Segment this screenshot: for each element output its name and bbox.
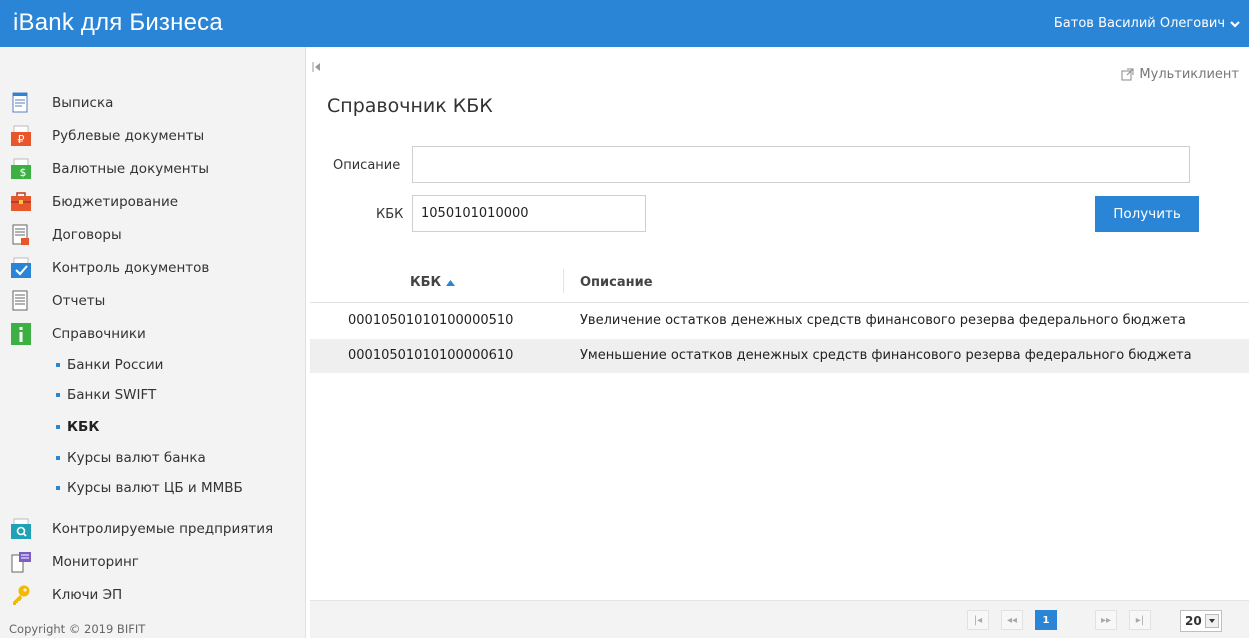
sidebar-item-currency-docs[interactable]: $ Валютные документы	[10, 157, 209, 181]
main-content: Мультиклиент Справочник КБК Описание КБК…	[307, 47, 1249, 638]
doc-control-icon	[11, 257, 31, 278]
sidebar-item-directories[interactable]: Справочники	[10, 322, 146, 346]
page-size-value: 20	[1185, 614, 1202, 628]
kbk-cell: 00010501010100000510	[348, 313, 514, 328]
app-title: iBank для Бизнеса	[13, 9, 223, 36]
sidebar-item-keys[interactable]: Ключи ЭП	[10, 583, 122, 607]
sidebar-item-reports[interactable]: Отчеты	[10, 289, 105, 313]
pagination-bar: |◂ ◂◂ 1 ▸▸ ▸| 20	[310, 600, 1249, 638]
monitoring-icon	[11, 552, 31, 573]
sidebar-item-label: Бюджетирование	[52, 194, 179, 210]
sidebar-item-label: Справочники	[52, 326, 146, 342]
reports-icon	[12, 290, 28, 311]
statement-icon	[12, 92, 28, 113]
column-divider	[563, 269, 564, 293]
table-row[interactable]: 00010501010100000510 Увеличение остатков…	[310, 304, 1249, 338]
table-header: КБК Описание	[310, 265, 1249, 303]
kbk-input[interactable]	[412, 195, 646, 232]
prev-page-icon[interactable]: ◂◂	[1001, 610, 1023, 630]
bullet-icon	[56, 486, 60, 490]
external-link-icon	[1121, 68, 1134, 81]
sidebar-item-doc-control[interactable]: Контроль документов	[10, 256, 209, 280]
kbk-label: КБК	[376, 207, 404, 222]
page-title: Справочник КБК	[327, 95, 493, 117]
table-row[interactable]: 00010501010100000610 Уменьшение остатков…	[310, 339, 1249, 373]
column-header-kbk[interactable]: КБК	[410, 275, 456, 290]
sidebar-item-ruble-docs[interactable]: ₽ Рублевые документы	[10, 124, 204, 148]
bullet-icon	[56, 363, 60, 367]
app-header: iBank для Бизнеса Батов Василий Олегович	[0, 0, 1249, 47]
dropdown-arrow-icon	[1205, 614, 1219, 628]
contracts-icon	[12, 224, 29, 245]
sidebar-subitem-label: Банки SWIFT	[67, 387, 157, 403]
first-page-icon[interactable]: |◂	[967, 610, 989, 630]
svg-text:$: $	[20, 166, 27, 179]
user-menu[interactable]: Батов Василий Олегович	[1054, 16, 1241, 31]
sidebar-item-monitoring[interactable]: Мониторинг	[10, 550, 139, 574]
kbk-cell: 00010501010100000610	[348, 348, 514, 363]
sidebar-subitem-label: КБК	[67, 419, 100, 435]
sidebar-subitem-label: Банки России	[67, 357, 164, 373]
sidebar: Выписка ₽ Рублевые документы $ Валютные …	[0, 47, 306, 638]
chevron-down-icon	[1230, 20, 1240, 28]
multiclient-link[interactable]: Мультиклиент	[1121, 67, 1239, 82]
sidebar-item-statement[interactable]: Выписка	[10, 91, 113, 115]
description-label: Описание	[333, 158, 401, 173]
sidebar-subitem-banks-russia[interactable]: Банки России	[56, 355, 163, 375]
description-input[interactable]	[412, 146, 1190, 183]
sidebar-item-budget[interactable]: Бюджетирование	[10, 190, 178, 214]
column-header-description[interactable]: Описание	[580, 275, 653, 290]
budget-icon	[11, 192, 31, 211]
submit-button[interactable]: Получить	[1095, 196, 1199, 232]
sort-ascending-icon	[446, 279, 456, 286]
user-name: Батов Василий Олегович	[1053, 16, 1225, 31]
key-icon	[13, 585, 30, 605]
bullet-icon	[56, 456, 60, 460]
bullet-icon	[56, 425, 60, 429]
page-size-select[interactable]: 20	[1180, 610, 1222, 632]
sidebar-item-label: Отчеты	[52, 293, 106, 309]
sidebar-item-label: Мониторинг	[52, 554, 139, 570]
sidebar-item-contracts[interactable]: Договоры	[10, 223, 122, 247]
sidebar-item-label: Рублевые документы	[52, 128, 205, 144]
sidebar-item-label: Договоры	[52, 227, 122, 243]
column-header-label: Описание	[580, 275, 653, 290]
sidebar-subitem-label: Курсы валют ЦБ и ММВБ	[67, 480, 243, 496]
bullet-icon	[56, 393, 60, 397]
column-header-label: КБК	[410, 275, 442, 290]
description-cell: Уменьшение остатков денежных средств фин…	[580, 348, 1192, 363]
sidebar-item-label: Выписка	[52, 95, 114, 111]
controlled-companies-icon	[11, 518, 31, 539]
sidebar-item-label: Ключи ЭП	[52, 587, 123, 603]
ruble-docs-icon: ₽	[11, 125, 31, 146]
copyright: Copyright © 2019 BIFIT	[9, 622, 146, 636]
multiclient-label: Мультиклиент	[1139, 67, 1239, 82]
sidebar-item-label: Контроль документов	[52, 260, 210, 276]
currency-docs-icon: $	[11, 158, 31, 179]
collapse-sidebar-icon[interactable]	[312, 61, 322, 73]
sidebar-subitem-label: Курсы валют банка	[67, 450, 206, 466]
svg-text:₽: ₽	[18, 133, 25, 146]
sidebar-subitem-banks-swift[interactable]: Банки SWIFT	[56, 385, 156, 405]
sidebar-item-controlled-companies[interactable]: Контролируемые предприятия	[10, 517, 273, 541]
last-page-icon[interactable]: ▸|	[1129, 610, 1151, 630]
sidebar-subitem-cb-rates[interactable]: Курсы валют ЦБ и ММВБ	[56, 478, 243, 498]
sidebar-item-label: Валютные документы	[52, 161, 210, 177]
next-page-icon[interactable]: ▸▸	[1095, 610, 1117, 630]
info-icon	[11, 323, 31, 345]
sidebar-item-label: Контролируемые предприятия	[52, 521, 274, 537]
sidebar-subitem-kbk[interactable]: КБК	[56, 417, 99, 437]
sidebar-subitem-bank-rates[interactable]: Курсы валют банка	[56, 448, 206, 468]
description-cell: Увеличение остатков денежных средств фин…	[580, 313, 1186, 328]
current-page-button[interactable]: 1	[1035, 610, 1057, 630]
